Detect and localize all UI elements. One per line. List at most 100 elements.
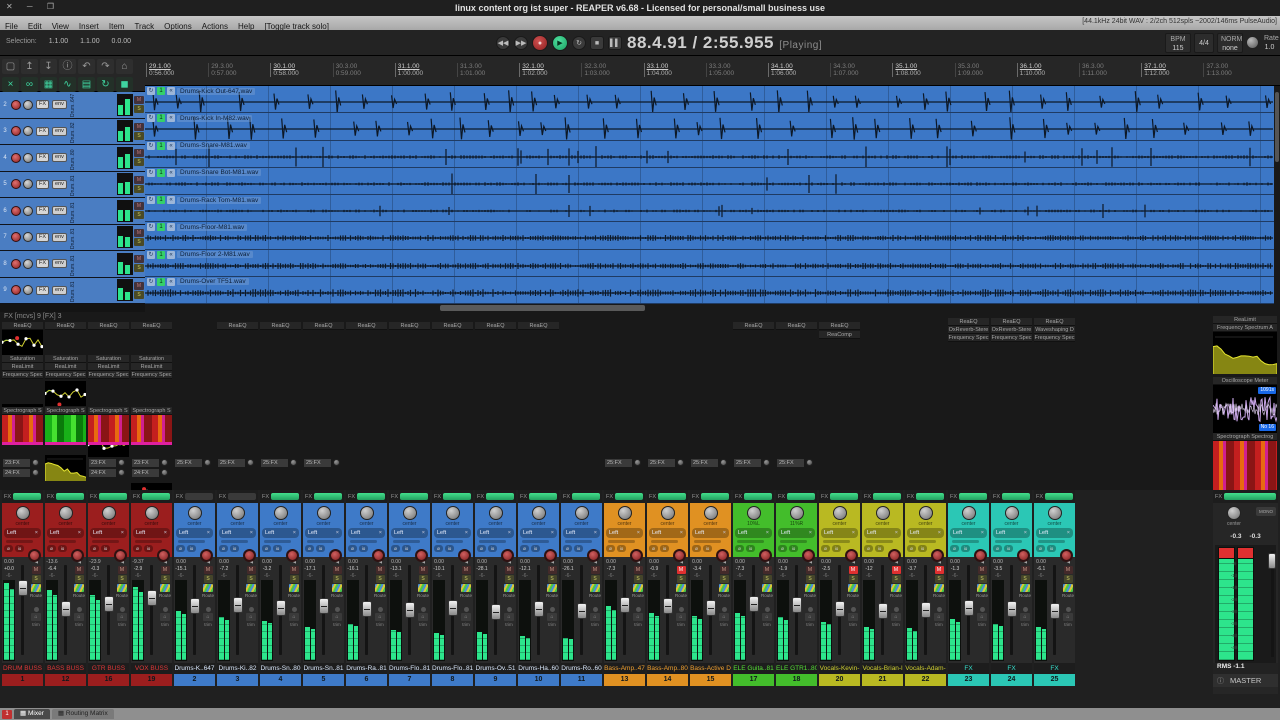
width-slider[interactable] [608, 540, 635, 543]
pan-knob[interactable] [962, 506, 976, 520]
arrange-media-item[interactable]: ↻ 1 « Drums-Kick Out-647.wav [145, 86, 1274, 113]
phase-button[interactable]: ø [262, 545, 271, 552]
send-slot[interactable]: 25:FX [261, 458, 297, 467]
item-take-icon[interactable]: 1 [157, 87, 165, 95]
fx-slot[interactable] [314, 493, 342, 500]
stop-button[interactable]: ■ [590, 36, 604, 50]
phones-icon[interactable]: ⌂ [590, 613, 600, 621]
output-selector[interactable]: ×Left [692, 528, 729, 538]
mixer-strip[interactable]: FX center ×Left øio 0.00 -7.3 -6- ◀ M S … [604, 490, 645, 686]
mixer-strip[interactable]: FX center ×Left øio 0.00 -0.9 -6- ◀ M S … [647, 490, 688, 686]
width-slider[interactable] [866, 540, 893, 543]
ruler-tick[interactable]: 36.1.00 1:10.000 [1017, 63, 1077, 77]
ruler-tick[interactable]: 35.3.00 1:09.000 [955, 63, 1015, 77]
ruler-tick[interactable]: 32.3.00 1:03.000 [581, 63, 641, 77]
record-arm-button[interactable] [673, 549, 686, 562]
fx-slot[interactable]: Spectrograph S [88, 407, 129, 415]
title-bar[interactable]: ✕ ─ ❐ linux content org ist super - REAP… [0, 0, 1280, 16]
record-arm-button[interactable] [716, 549, 729, 562]
width-slider[interactable] [952, 540, 979, 543]
track-fx-button[interactable]: FX [36, 180, 49, 189]
track-env-button[interactable]: env [52, 153, 67, 162]
pan-knob[interactable] [274, 506, 288, 520]
phase-button[interactable]: ø [47, 545, 56, 552]
record-arm-button[interactable] [802, 549, 815, 562]
master-info-icon[interactable]: ⓘ [1217, 676, 1224, 686]
output-selector[interactable]: ×Left [4, 528, 41, 538]
tab-routing-matrix[interactable]: ▦ Routing Matrix [52, 709, 114, 719]
mute-button[interactable]: M [763, 566, 772, 574]
strip-fx-row[interactable]: FX [905, 490, 946, 503]
send-knob[interactable] [161, 469, 168, 476]
strip-name[interactable]: Drums-Ki..82 [217, 663, 258, 674]
io-button[interactable]: io [789, 545, 798, 552]
phase-button[interactable]: ø [864, 545, 873, 552]
mute-button[interactable]: M [591, 566, 600, 574]
solo-button[interactable]: S [720, 575, 729, 583]
pan-knob[interactable] [16, 506, 30, 520]
mute-button[interactable]: M [892, 566, 901, 574]
pan-knob[interactable] [446, 506, 460, 520]
send-slot[interactable]: 24:FX [3, 468, 39, 477]
ruler-tick[interactable]: 37.3.00 1:13.000 [1203, 63, 1263, 77]
send-knob[interactable] [204, 459, 211, 466]
fx-slot[interactable] [701, 493, 729, 500]
mixer-strip[interactable]: FX center ×Left øio 0.00 -13.1 -6- ◀ M S… [389, 490, 430, 686]
send-slot[interactable]: 23:FX [3, 458, 39, 467]
pan-knob[interactable] [790, 506, 804, 520]
send-slot[interactable]: 25:FX [691, 458, 727, 467]
record-arm-button[interactable] [243, 549, 256, 562]
arrange-media-item[interactable]: ↻ 1 « Drums-Snare-M81.wav [145, 141, 1274, 168]
fx-slot[interactable]: ReaLimit [45, 363, 86, 371]
pan-knob[interactable] [59, 506, 73, 520]
output-selector[interactable]: ×Left [477, 528, 514, 538]
fx-slot[interactable] [357, 493, 385, 500]
item-take-icon[interactable]: 1 [157, 142, 165, 150]
track-env-button[interactable]: env [52, 180, 67, 189]
record-arm-button[interactable] [114, 549, 127, 562]
strip-name[interactable]: ELE GTR1..80 [776, 663, 817, 674]
fx-slot[interactable]: Waveshaping D [1034, 326, 1075, 334]
io-button[interactable]: io [1004, 545, 1013, 552]
strip-number[interactable]: 21 [862, 674, 903, 686]
snap-icon[interactable]: ▤ [78, 77, 95, 92]
route-label[interactable]: Route [1062, 593, 1074, 598]
mute-button[interactable]: M [161, 566, 170, 574]
item-loop-icon[interactable]: ↻ [147, 251, 155, 259]
io-button[interactable]: io [101, 545, 110, 552]
fx-slot[interactable] [13, 493, 41, 500]
strip-fx-row[interactable]: FX [131, 490, 172, 503]
io-button[interactable]: io [617, 545, 626, 552]
track-env-button[interactable]: env [52, 127, 67, 136]
ruler-tick[interactable]: 29.1.00 0:56.000 [146, 63, 206, 77]
grid-icon[interactable]: ▦ [40, 77, 57, 92]
track-fx-button[interactable]: FX [36, 286, 49, 295]
mono-button[interactable]: MONO [1256, 507, 1276, 516]
mixer-strip[interactable]: FX center ×Left øio 0.00 -3.5 -6- ◀ M S … [991, 490, 1032, 686]
fx-slot[interactable]: OxReverb-Stere [991, 326, 1032, 334]
fx-slot[interactable] [615, 493, 643, 500]
volume-fader[interactable] [405, 602, 415, 618]
phase-button[interactable]: ø [4, 545, 13, 552]
fx-slot[interactable]: ReaEQ [346, 322, 387, 330]
io-button[interactable]: io [574, 545, 583, 552]
send-knob[interactable] [247, 459, 254, 466]
fx-slot[interactable]: ReaLimit [88, 363, 129, 371]
strip-number[interactable]: 8 [432, 674, 473, 686]
mixer-strip[interactable]: FX center ×Left øio 0.00 -17.1 -6- ◀ M S… [303, 490, 344, 686]
item-take-icon[interactable]: 1 [157, 196, 165, 204]
strip-number[interactable]: 10 [518, 674, 559, 686]
ruler-tick[interactable]: 34.1.00 1:06.000 [768, 63, 828, 77]
fx-slot[interactable] [959, 493, 987, 500]
strip-number[interactable]: 19 [131, 674, 172, 686]
go-to-start-button[interactable]: ◀◀ [496, 36, 510, 50]
phase-button[interactable]: ø [219, 545, 228, 552]
route-label[interactable]: Route [546, 593, 558, 598]
mute-button[interactable]: M [204, 566, 213, 574]
fx-slot[interactable] [658, 493, 686, 500]
phase-button[interactable]: ø [348, 545, 357, 552]
strip-number[interactable]: 22 [905, 674, 946, 686]
volume-fader[interactable] [448, 600, 458, 616]
volume-fader[interactable] [878, 603, 888, 619]
strip-number[interactable]: 25 [1034, 674, 1075, 686]
